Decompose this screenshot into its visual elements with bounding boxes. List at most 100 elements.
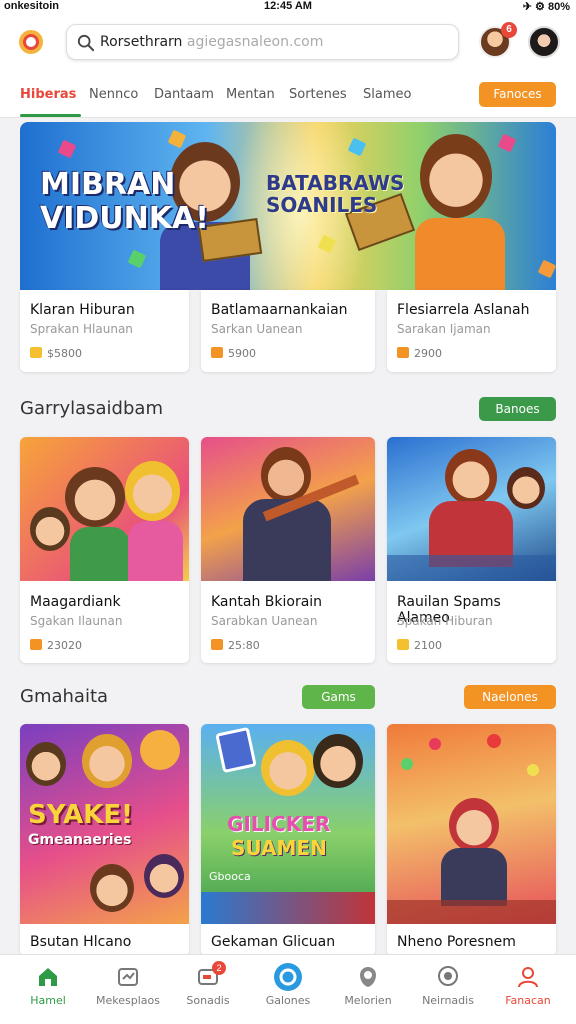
card-title: Gekaman Glicuan (211, 934, 336, 950)
nav-inbox[interactable]: 2 Sonadis (168, 955, 248, 1024)
tab-hiberas[interactable]: Hiberas (20, 87, 76, 102)
game-card[interactable]: Nheno Poresnem (387, 724, 556, 956)
banner-subtitle-line: SOANILES (266, 193, 378, 217)
coin-icon (30, 639, 42, 650)
nav-label: Galones (265, 994, 311, 1007)
category-tabs: Hiberas Nennco Dantaam Mentan Sortenes S… (0, 70, 576, 118)
banner-character-body (415, 218, 505, 290)
card-subtitle: Sgakan Ilaunan (30, 614, 123, 628)
play-icon (274, 963, 302, 991)
featured-card[interactable]: Flesiarrela Aslanah Sarakan Ijaman 2900 (387, 290, 556, 372)
banner-cube (57, 139, 77, 159)
card-title: Bsutan Hlcano (30, 934, 132, 950)
banner-character (420, 134, 492, 218)
game-card[interactable]: Maagardiank Sgakan Ilaunan 23020 (20, 437, 189, 663)
featured-card[interactable]: Klaran Hiburan Sprakan Hlaunan $5800 (20, 290, 189, 372)
nav-label: Sonadis (186, 994, 230, 1007)
banner-title-line: VIDUNKA! (40, 201, 209, 236)
gams-button[interactable]: Gams (302, 685, 375, 709)
card-title: Nheno Poresnem (397, 934, 516, 950)
search-input[interactable]: Rorsethrarn agiegasnaleon.com (100, 34, 323, 50)
tab-sortenes[interactable]: Sortenes (289, 87, 347, 102)
card-subtitle: Sarakan Ijaman (397, 322, 491, 336)
card-subtitle: Sarkan Uanean (211, 322, 303, 336)
nav-label: Mekesplaos (96, 994, 160, 1007)
featured-card[interactable]: Batlamaarnankaian Sarkan Uanean 5900 (201, 290, 375, 372)
banner-title-line: MIBRAN (40, 167, 176, 202)
game-thumbnail (20, 437, 189, 581)
art-text: GILICKER (227, 812, 331, 836)
tab-mentan[interactable]: Mentan (226, 87, 275, 102)
nav-home[interactable]: Hamel (8, 955, 88, 1024)
card-subtitle: Sprakan Hlaunan (30, 322, 133, 336)
card-stat-value: 25:80 (228, 639, 260, 652)
game-card[interactable]: Rauilan Spams Alameo Spakan Hiburan 2100 (387, 437, 556, 663)
banner-cube (537, 259, 556, 279)
search-query: Rorsethrarn (100, 34, 183, 50)
nav-label: Fanacan (505, 994, 551, 1007)
game-card[interactable]: Kantah Bkiorain Sarabkan Uanean 25:80 (201, 437, 375, 663)
search-bar[interactable]: Rorsethrarn agiegasnaleon.com (66, 24, 459, 60)
art-text: SUAMEN (231, 836, 327, 860)
card-title: Batlamaarnankaian (211, 302, 348, 318)
card-stat: 5900 (211, 347, 256, 360)
section-title: Gmahaita (20, 686, 109, 707)
card-stat: 2900 (397, 347, 442, 360)
nav-label: Neirnadis (422, 994, 474, 1007)
game-card[interactable]: SYAKE! Gmeanaeries Bsutan Hlcano (20, 724, 189, 956)
nav-profile[interactable]: Fanacan (488, 955, 568, 1024)
card-stat: 25:80 (211, 639, 260, 652)
tab-slameo[interactable]: Slameo (363, 87, 411, 102)
clock: 12:45 AM (264, 0, 312, 12)
status-bar: onkesitoin 12:45 AM ✈ ⚙ 80% (0, 0, 576, 14)
active-tab-indicator (20, 114, 81, 117)
marketplace-icon (118, 968, 138, 986)
tab-dantaam[interactable]: Dantaam (154, 87, 214, 102)
crown-icon (30, 347, 42, 358)
banoes-button[interactable]: Banoes (479, 397, 556, 421)
banner-cube (167, 129, 187, 149)
coin-icon (211, 639, 223, 650)
section-title: Garrylasaidbam (20, 398, 163, 419)
fanoces-button[interactable]: Fanoces (479, 82, 556, 107)
home-icon (39, 968, 57, 986)
nav-label: Melorien (344, 994, 392, 1007)
banner-cube (497, 133, 517, 153)
nav-games[interactable]: Galones (248, 955, 328, 1024)
nav-shield[interactable]: Melorien (328, 955, 408, 1024)
card-stat-value: 2900 (414, 347, 442, 360)
naelones-button[interactable]: Naelones (464, 685, 556, 709)
banner-subtitle: BATABRAWS SOANILES (266, 172, 404, 216)
card-stat-value: 5900 (228, 347, 256, 360)
notification-badge: 6 (501, 22, 517, 38)
card-subtitle: Spakan Hiburan (397, 614, 493, 628)
banner-cube (127, 249, 147, 269)
hero-banner[interactable]: MIBRAN VIDUNKA! BATABRAWS SOANILES (20, 122, 556, 290)
game-card[interactable]: GILICKER SUAMEN Gbooca Gekaman Glicuan (201, 724, 375, 956)
search-icon (77, 34, 95, 52)
card-stat-value: 23020 (47, 639, 82, 652)
card-stat: 23020 (30, 639, 82, 652)
banner-subtitle-line: BATABRAWS (266, 171, 405, 195)
game-thumbnail (201, 437, 375, 581)
card-title: Kantah Bkiorain (211, 594, 323, 610)
nav-chat[interactable]: Neirnadis (408, 955, 488, 1024)
profile-icon (518, 967, 538, 988)
card-subtitle: Sarabkan Uanean (211, 614, 318, 628)
game-thumbnail: SYAKE! Gmeanaeries (20, 724, 189, 924)
shield-icon (360, 967, 376, 987)
top-bar: Rorsethrarn agiegasnaleon.com 6 (0, 14, 576, 70)
card-title: Flesiarrela Aslanah (397, 302, 530, 318)
coin-icon (397, 347, 409, 358)
art-text: SYAKE! (28, 800, 133, 830)
banner-title: MIBRAN VIDUNKA! (40, 168, 209, 236)
card-stat: 2100 (397, 639, 442, 652)
app-logo-icon[interactable] (19, 30, 43, 54)
coin-icon (211, 347, 223, 358)
nav-marketplace[interactable]: Mekesplaos (88, 955, 168, 1024)
chat-icon (438, 966, 458, 986)
profile-avatar[interactable] (528, 26, 560, 58)
status-icons: ✈ ⚙ 80% (522, 1, 570, 13)
bottom-navigation: Hamel Mekesplaos 2 Sonadis Galones Melor… (0, 954, 576, 1024)
tab-nennco[interactable]: Nennco (89, 87, 138, 102)
